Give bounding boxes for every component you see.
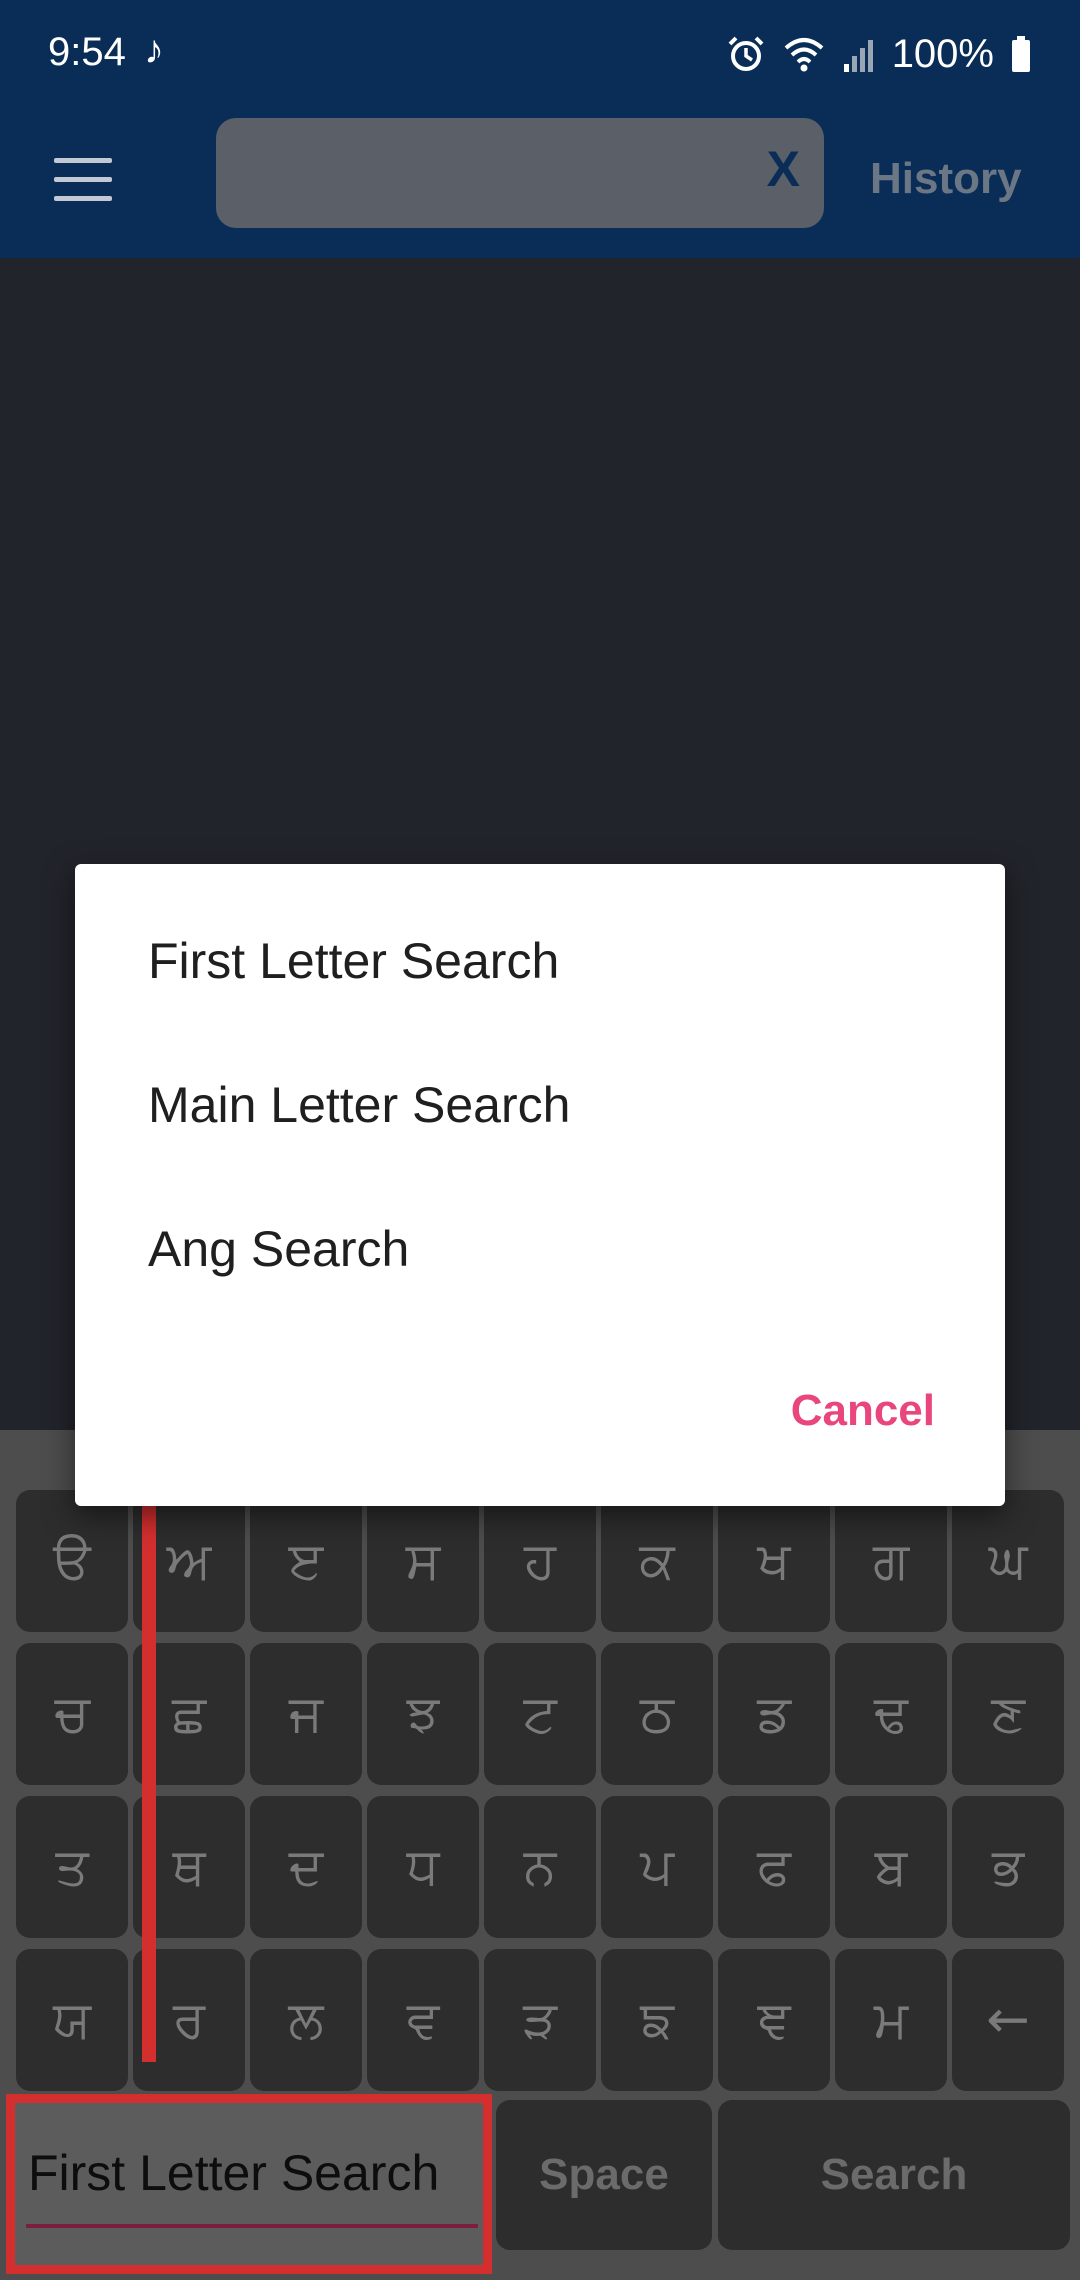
search-mode-dialog: First Letter Search Main Letter Search A… (75, 864, 1005, 1506)
keyboard-key[interactable]: ੳ (16, 1490, 128, 1632)
keyboard-key[interactable]: ਯ (16, 1949, 128, 2091)
keyboard-key[interactable]: ਞ (718, 1949, 830, 2091)
wifi-icon (784, 38, 824, 72)
keyboard-key[interactable]: ੜ (484, 1949, 596, 2091)
keyboard-key[interactable]: ਢ (835, 1643, 947, 1785)
keyboard-key[interactable]: ਠ (601, 1643, 713, 1785)
menu-icon[interactable] (54, 158, 112, 202)
keyboard-key[interactable]: ਝ (367, 1643, 479, 1785)
keyboard-key[interactable]: ਦ (250, 1796, 362, 1938)
signal-icon (843, 40, 873, 72)
option-ang-search[interactable]: Ang Search (148, 1220, 409, 1278)
status-bar: 9:54 ♪ 100% (0, 0, 1080, 112)
keyboard-key[interactable]: ਜ (250, 1643, 362, 1785)
keyboard-key[interactable]: ਲ (250, 1949, 362, 2091)
search-key[interactable]: Search (718, 2100, 1070, 2250)
keyboard-key[interactable]: ਕ (601, 1490, 713, 1632)
search-input[interactable]: X (216, 118, 824, 228)
keyboard-key[interactable]: ਧ (367, 1796, 479, 1938)
keyboard-key[interactable]: ਸ (367, 1490, 479, 1632)
app-bar: X History (0, 112, 1080, 258)
keyboard-key[interactable]: ੲ (250, 1490, 362, 1632)
cancel-button[interactable]: Cancel (791, 1386, 935, 1436)
option-first-letter-search[interactable]: First Letter Search (148, 932, 559, 990)
keyboard-key[interactable]: ਖ (718, 1490, 830, 1632)
keyboard-key[interactable]: ਫ (718, 1796, 830, 1938)
keyboard-key[interactable]: ਤ (16, 1796, 128, 1938)
keyboard-key[interactable]: ਣ (952, 1643, 1064, 1785)
keyboard-key[interactable]: ਵ (367, 1949, 479, 2091)
keyboard-key[interactable]: ਡ (718, 1643, 830, 1785)
option-main-letter-search[interactable]: Main Letter Search (148, 1076, 570, 1134)
keyboard-key[interactable]: ਟ (484, 1643, 596, 1785)
keyboard-key[interactable]: ਹ (484, 1490, 596, 1632)
alarm-icon (728, 36, 764, 71)
history-button[interactable]: History (870, 154, 1022, 204)
keyboard-key[interactable]: ਭ (952, 1796, 1064, 1938)
space-key[interactable]: Space (496, 2100, 712, 2250)
battery-icon (1012, 36, 1030, 72)
keyboard-key[interactable]: ਗ (835, 1490, 947, 1632)
keyboard-key[interactable]: ਘ (952, 1490, 1064, 1632)
status-time: 9:54 (48, 30, 126, 74)
music-note-icon: ♪ (144, 28, 164, 72)
clear-search-button[interactable]: X (767, 140, 800, 198)
keyboard-key[interactable]: ਨ (484, 1796, 596, 1938)
keyboard-key[interactable]: ਙ (601, 1949, 713, 2091)
battery-percent: 100% (891, 31, 994, 76)
backspace-icon[interactable]: ← (952, 1949, 1064, 2091)
keyboard-key[interactable]: ਮ (835, 1949, 947, 2091)
keyboard-key[interactable]: ਚ (16, 1643, 128, 1785)
status-icons: 100% (726, 28, 1032, 80)
highlight-box (6, 2094, 492, 2274)
keyboard-key[interactable]: ਪ (601, 1796, 713, 1938)
keyboard-key[interactable]: ਬ (835, 1796, 947, 1938)
